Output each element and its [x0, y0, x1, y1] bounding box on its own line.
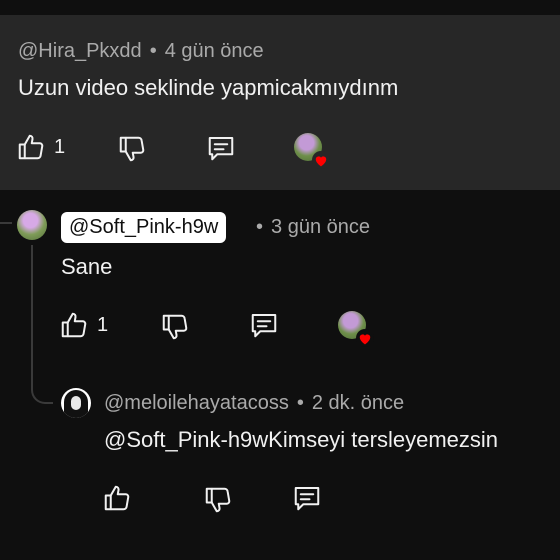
creator-heart-badge [338, 311, 374, 347]
avatar[interactable] [61, 388, 91, 418]
creator-heart-badge [294, 133, 330, 169]
like-button[interactable]: 1 [59, 310, 108, 340]
reply-button[interactable] [291, 483, 323, 513]
meta-separator: • [149, 40, 157, 62]
reply-button[interactable] [205, 133, 237, 163]
comment-meta: @Hira_Pkxdd • 4 gün önce [18, 40, 264, 63]
thumbs-up-icon [18, 134, 44, 160]
like-button[interactable] [102, 483, 132, 513]
comment-author[interactable]: @Hira_Pkxdd [18, 40, 142, 62]
comment-time[interactable]: 4 gün önce [165, 40, 264, 62]
comment-meta: @meloilehayatacoss • 2 dk. önce [104, 392, 404, 415]
heart-icon [356, 329, 374, 347]
meta-separator: • [256, 216, 264, 238]
thumbs-down-icon [119, 136, 145, 162]
thread-line [31, 245, 33, 365]
avatar-face [71, 396, 81, 410]
dislike-button[interactable] [117, 134, 147, 164]
comment-author-pill[interactable]: @Soft_Pink-h9w [61, 212, 227, 243]
top-divider [0, 0, 560, 15]
thread-curve [31, 362, 53, 404]
comment-meta: • 3 gün önce [256, 216, 370, 239]
heart-icon [312, 151, 330, 169]
reply-icon [251, 314, 277, 338]
reply-icon [208, 137, 234, 161]
comment-time[interactable]: 2 dk. önce [312, 392, 404, 414]
highlighted-comment: @Hira_Pkxdd • 4 gün önce Uzun video seklin… [0, 15, 560, 190]
thumbs-down-icon [162, 314, 188, 340]
like-button[interactable]: 1 [16, 132, 65, 162]
thumbs-up-icon [104, 485, 130, 511]
dislike-button[interactable] [160, 312, 190, 342]
like-count: 1 [97, 313, 109, 336]
thumbs-up-icon [61, 312, 87, 338]
thumbs-down-icon [205, 487, 231, 513]
reply-button[interactable] [248, 310, 280, 340]
comment-text: Sane [61, 254, 113, 279]
meta-separator: • [296, 392, 304, 414]
avatar[interactable] [17, 210, 47, 240]
reply-icon [294, 487, 320, 511]
like-count: 1 [54, 135, 66, 158]
thread-connector [0, 222, 12, 224]
comment-text: @Soft_Pink-h9wKimseyi tersleyemezsin [104, 427, 499, 452]
comment-text: Uzun video seklinde yapmicakmıydınm [18, 75, 399, 100]
dislike-button[interactable] [203, 485, 233, 515]
comment-time[interactable]: 3 gün önce [271, 216, 370, 238]
comment-author[interactable]: @meloilehayatacoss [104, 392, 289, 414]
